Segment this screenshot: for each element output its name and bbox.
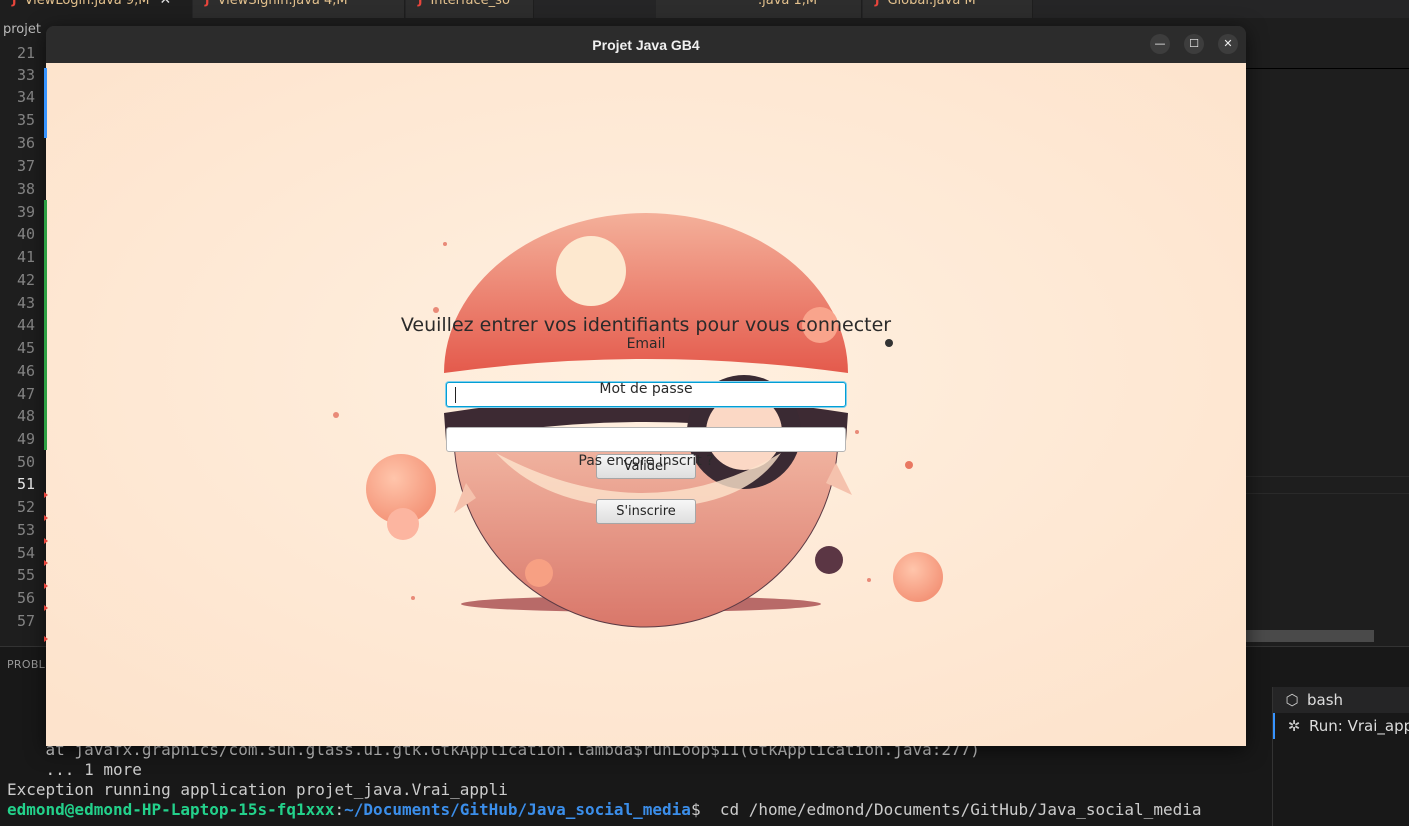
tab-viewlogin[interactable]: J ViewLogin.java 9,M ✕ [0,0,192,18]
line-number: 52 [16,498,35,516]
signup-prompt: Pas encore inscrit ? [578,453,714,469]
error-marker [44,605,48,611]
error-marker [44,492,48,498]
line-number: 46 [16,362,35,380]
line-number: 47 [16,385,35,403]
line-number: 57 [16,612,35,630]
dot [433,307,439,313]
bubble [815,546,843,574]
terminal-item-run[interactable]: ✲ Run: Vrai_appli [1273,713,1409,739]
line-number: 34 [16,88,35,106]
maximize-button[interactable]: ☐ [1184,34,1204,54]
line-number: 21 [16,44,35,62]
line-number: 33 [16,66,35,84]
tab-label: Interface_so [430,0,510,8]
change-marker [44,68,47,138]
java-file-icon: J [12,0,17,7]
window-title: Projet Java GB4 [592,37,700,53]
password-field[interactable] [446,427,846,452]
app-window: Projet Java GB4 — ☐ ✕ Veuillez entrer vo… [46,26,1246,746]
error-marker [44,636,48,642]
terminal-line: ... 1 more [7,760,142,779]
line-number: 45 [16,339,35,357]
tab-global[interactable]: J Global.java M [863,0,1033,18]
bubble [893,552,943,602]
tab-label: .java 1,M [758,0,818,8]
line-number: 38 [16,180,35,198]
editor-code-area[interactable] [1246,68,1409,642]
line-number: 48 [16,407,35,425]
close-icon[interactable]: ✕ [160,0,172,8]
terminal-item-label: bash [1307,691,1344,709]
prompt-separator: : [334,800,345,819]
terminal-list: ⬡ bash ✲ Run: Vrai_appli [1272,687,1409,826]
error-marker [44,515,48,521]
dot [333,412,339,418]
prompt-path: ~/Documents/GitHub/Java_social_media [344,800,691,819]
dot [867,578,871,582]
email-label: Email [626,336,666,352]
bubble [387,508,419,540]
close-button[interactable]: ✕ [1218,34,1238,54]
debug-icon: ✲ [1287,717,1301,735]
line-number-gutter: 21 33 34 35 36 37 38 39 40 41 42 43 44 45 46 47 48 49 50 51… [0,44,44,642]
terminal-item-label: Run: Vrai_appli [1309,717,1409,735]
line-number: 35 [16,111,35,129]
editor-tab-bar: J ViewLogin.java 9,M ✕ J ViewSignin.java 4,… [0,0,1409,18]
line-number: 41 [16,248,35,266]
error-marker [44,560,48,566]
current-line-highlight [1246,476,1409,494]
line-number: 51 [16,475,35,493]
line-number: 43 [16,294,35,312]
line-number: 42 [16,271,35,289]
line-number: 44 [16,316,35,334]
dot [443,242,447,246]
terminal-prompt-line: edmond@edmond-HP-Laptop-15s-fq1xxx:~/Doc… [7,800,1201,820]
terminal-line: Exception running application projet_jav… [7,780,508,799]
terminal-icon: ⬡ [1285,691,1299,709]
change-marker [44,200,47,450]
minimize-button[interactable]: — [1150,34,1170,54]
java-file-icon: J [205,0,210,7]
password-label: Mot de passe [599,381,693,397]
dot [411,596,415,600]
line-number: 37 [16,157,35,175]
tab-problems[interactable]: PROBL [7,658,45,671]
breadcrumb[interactable]: projet [0,22,41,37]
ball-highlight [556,236,626,306]
tab-interface[interactable]: J Interface_so [406,0,534,18]
prompt-command: $ cd /home/edmond/Documents/GitHub/Java_… [690,800,1202,819]
tab-label: Global.java M [887,0,976,8]
line-number: 39 [16,203,35,221]
terminal-item-bash[interactable]: ⬡ bash [1273,687,1409,713]
line-number: 53 [16,521,35,539]
tab-other[interactable]: .java 1,M [656,0,862,18]
line-number: 40 [16,225,35,243]
tab-label: ViewSignin.java 4,M [217,0,348,8]
line-number: 54 [16,544,35,562]
java-file-icon: J [875,0,880,7]
login-heading: Veuillez entrer vos identifiants pour vo… [400,314,892,336]
bubble [525,559,553,587]
error-marker [44,583,48,589]
window-titlebar[interactable]: Projet Java GB4 — ☐ ✕ [46,26,1246,63]
line-number: 50 [16,453,35,471]
line-number: 49 [16,430,35,448]
line-number: 36 [16,134,35,152]
error-marker [44,538,48,544]
horizontal-scrollbar[interactable] [1246,630,1374,642]
java-file-icon: J [418,0,423,7]
tab-viewsignin[interactable]: J ViewSignin.java 4,M [193,0,405,18]
line-number: 56 [16,589,35,607]
prompt-user: edmond@edmond-HP-Laptop-15s-fq1xxx [7,800,335,819]
dot [855,430,859,434]
login-view: Veuillez entrer vos identifiants pour vo… [46,63,1246,746]
signup-button[interactable]: S'inscrire [596,499,696,524]
tab-label: ViewLogin.java 9,M [24,0,150,8]
terminal-output[interactable]: at javafx.graphics/com.sun.glass.ui.gtk.… [7,740,1201,820]
line-number: 55 [16,566,35,584]
